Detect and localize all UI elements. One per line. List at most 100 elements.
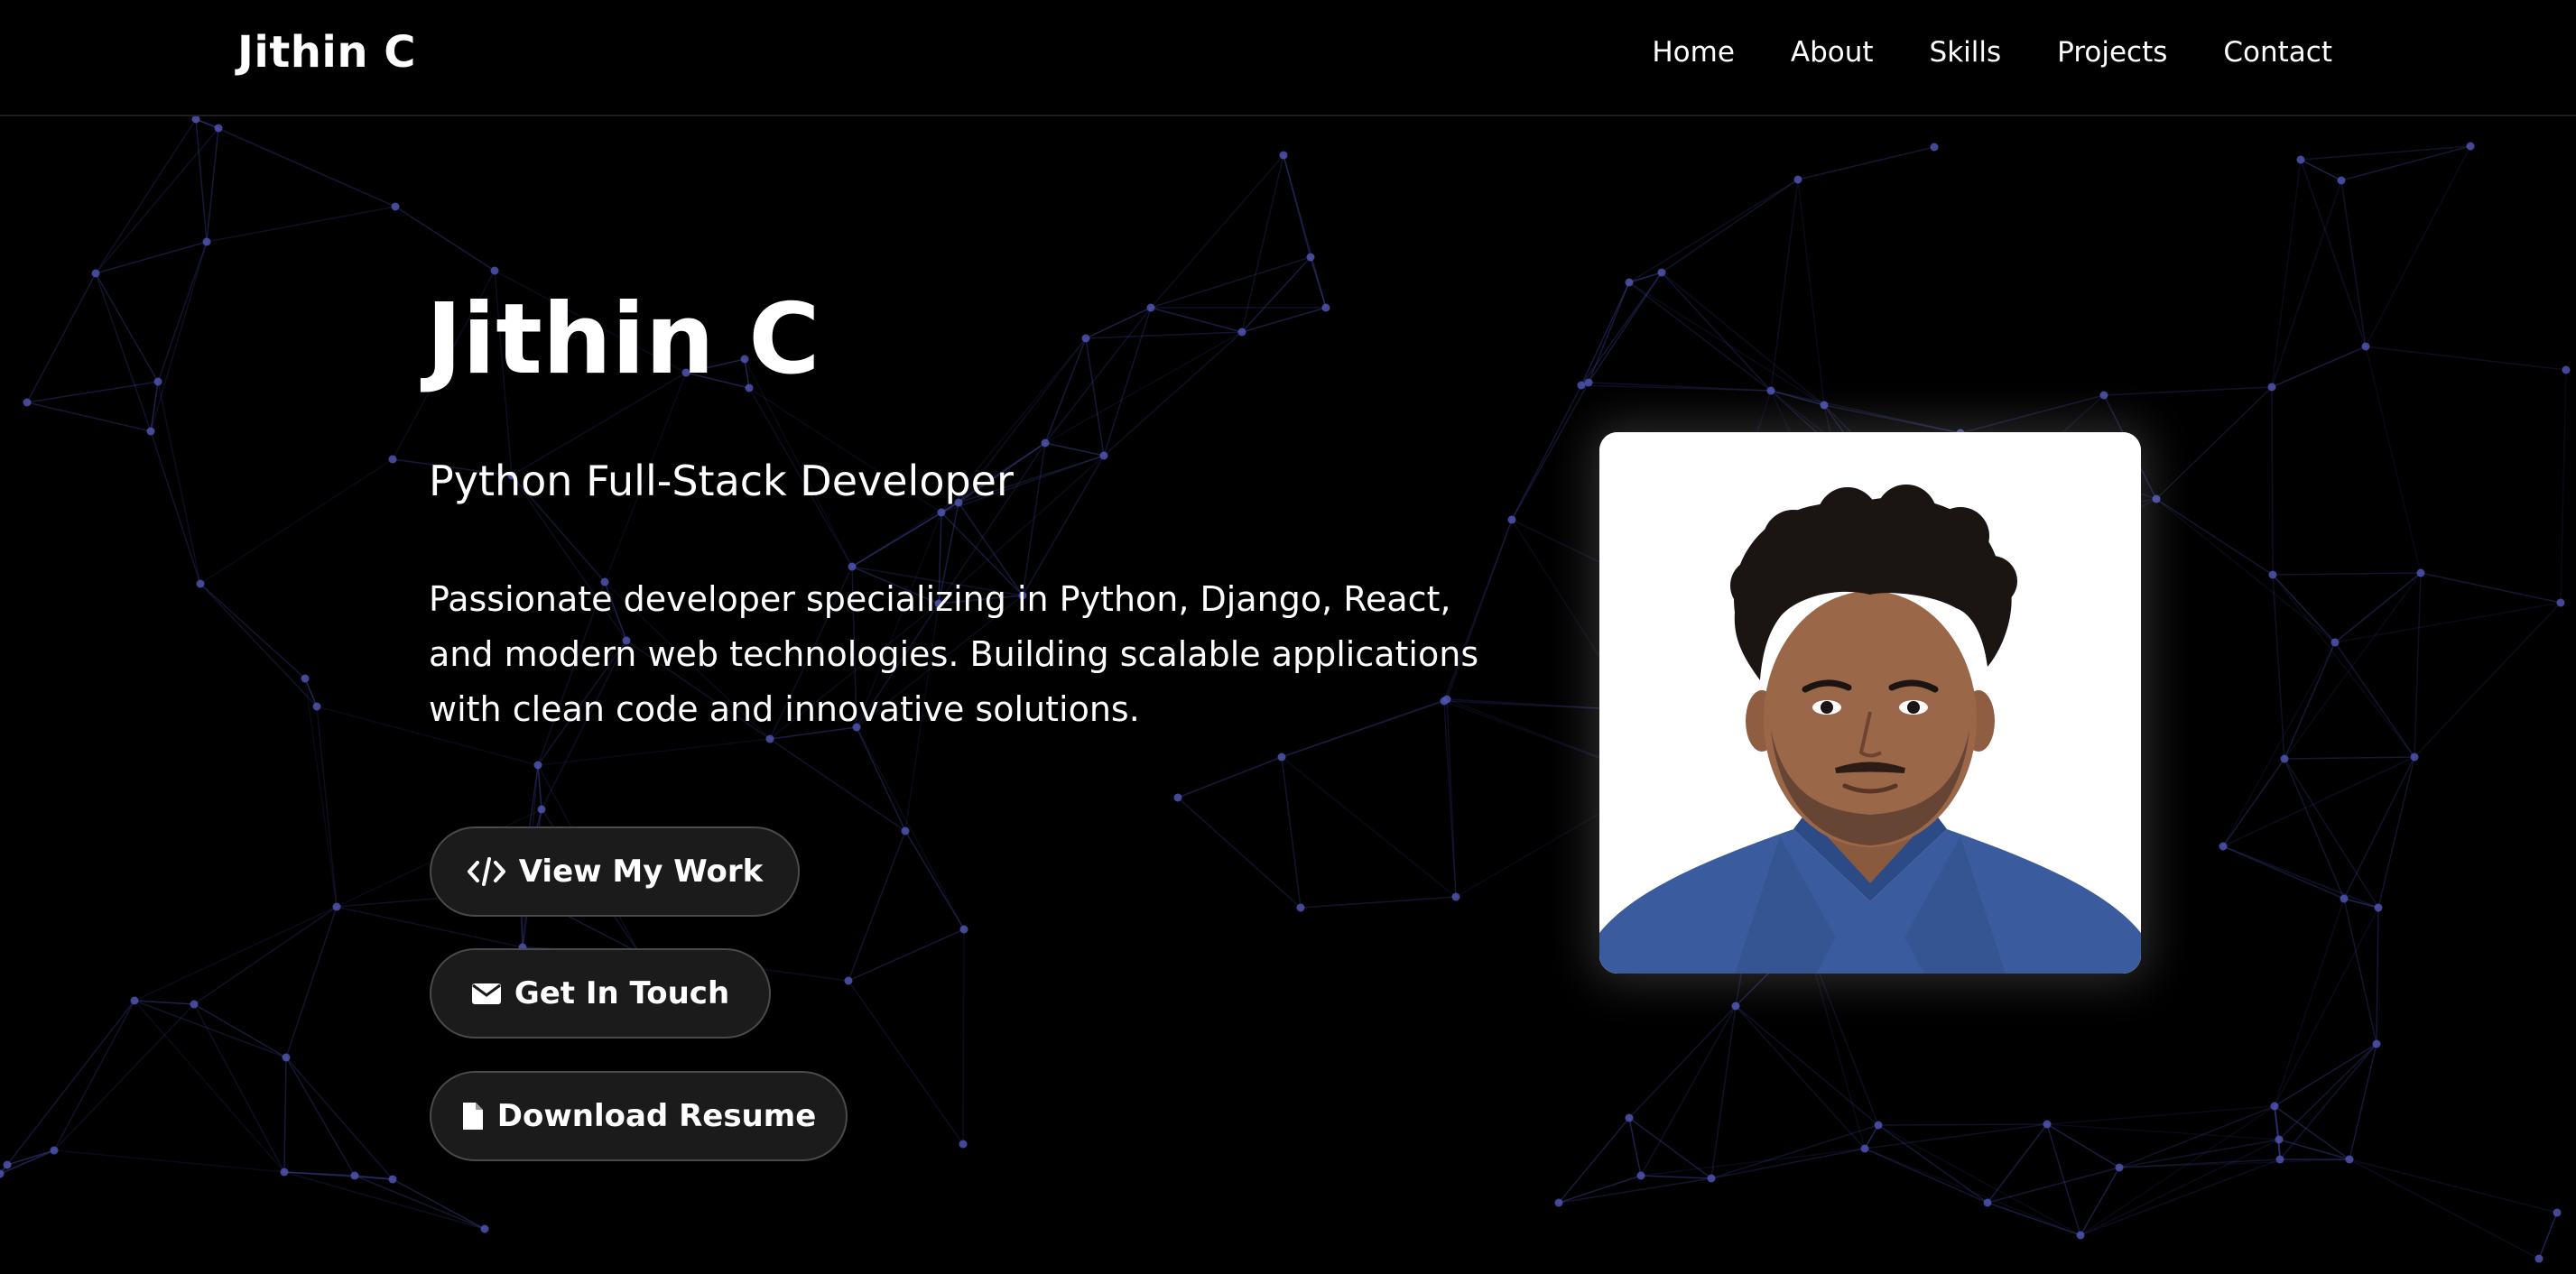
network-link <box>134 906 338 1002</box>
network-link <box>2279 1043 2377 1160</box>
network-link <box>134 1000 285 1173</box>
network-node <box>533 761 542 770</box>
network-link <box>394 206 496 272</box>
nav-link-home[interactable]: Home <box>1652 32 1735 72</box>
network-link <box>1044 442 1105 457</box>
network-link <box>1987 1167 2120 1204</box>
network-link <box>1640 1175 1712 1179</box>
network-link <box>1640 1148 1866 1177</box>
network-link <box>2271 346 2367 388</box>
network-link <box>1281 756 1302 909</box>
network-link <box>2334 642 2415 758</box>
network-node <box>2345 1155 2354 1164</box>
code-icon <box>467 856 506 887</box>
network-node <box>1930 143 1939 152</box>
network-node <box>1874 1121 1883 1130</box>
network-link <box>95 118 197 274</box>
network-link <box>2271 386 2274 576</box>
network-node <box>959 1140 968 1149</box>
nav-link-skills[interactable]: Skills <box>1930 32 2002 72</box>
network-node <box>2330 638 2340 647</box>
network-link <box>1511 382 1589 521</box>
network-link <box>195 118 208 243</box>
network-link <box>1710 1148 1866 1179</box>
nav-link-projects[interactable]: Projects <box>2057 32 2167 72</box>
network-link <box>1177 756 1283 799</box>
network-node <box>2270 1102 2279 1111</box>
network-link <box>2080 1139 2280 1236</box>
network-node <box>1296 903 1305 912</box>
network-node <box>1766 386 1775 395</box>
network-link <box>2414 602 2562 758</box>
network-link <box>1588 272 1663 383</box>
network-link <box>1797 179 1825 406</box>
network-link <box>26 402 152 432</box>
nav-link-about[interactable]: About <box>1791 32 1874 72</box>
file-icon <box>461 1101 485 1131</box>
download-resume-button[interactable]: Download Resume <box>430 1071 848 1161</box>
network-node <box>388 1175 397 1184</box>
network-node <box>2337 176 2346 185</box>
network-node <box>332 902 341 911</box>
network-node <box>3 1160 12 1169</box>
network-node <box>2280 754 2289 763</box>
network-link <box>285 906 338 1058</box>
network-node <box>91 269 100 278</box>
network-link <box>2222 845 2345 900</box>
network-node <box>2556 598 2565 607</box>
network-node <box>312 702 321 711</box>
network-node <box>1279 151 1288 160</box>
network-link <box>193 1003 285 1173</box>
network-link <box>1177 797 1302 909</box>
profile-portrait-illustration <box>1599 432 2141 974</box>
network-link <box>2155 386 2273 500</box>
network-node <box>937 508 946 517</box>
get-in-touch-button[interactable]: Get In Touch <box>430 948 771 1039</box>
network-link <box>2284 758 2345 900</box>
network-link <box>2080 1167 2120 1236</box>
network-node <box>301 674 310 683</box>
network-link <box>1770 179 1799 392</box>
network-link <box>1864 1148 2081 1236</box>
network-link <box>1588 282 1630 383</box>
network-node <box>196 579 205 588</box>
network-link <box>2349 1159 2540 1260</box>
network-link <box>1281 756 1457 898</box>
network-link <box>2271 180 2342 388</box>
network-link <box>2560 369 2567 604</box>
network-node <box>50 1146 59 1155</box>
network-link <box>1797 146 1935 180</box>
network-link <box>1628 179 1799 283</box>
network-link <box>53 1149 285 1173</box>
network-link <box>2222 758 2285 847</box>
view-my-work-button[interactable]: View My Work <box>430 826 800 917</box>
network-link <box>2272 574 2336 643</box>
network-node <box>2416 568 2425 577</box>
envelope-icon <box>471 981 502 1006</box>
nav-link-contact[interactable]: Contact <box>2223 32 2332 72</box>
network-node <box>2275 1155 2284 1164</box>
navbar: Jithin C Home About Skills Projects Cont… <box>0 0 2576 116</box>
network-node <box>1554 1198 1563 1207</box>
network-node <box>1507 515 1516 524</box>
network-link <box>1283 154 1311 258</box>
network-link <box>537 738 771 766</box>
network-link <box>856 726 965 930</box>
network-link <box>2274 898 2345 1107</box>
network-link <box>1558 1177 1712 1204</box>
network-link <box>2334 602 2562 643</box>
brand-logo[interactable]: Jithin C <box>237 25 416 79</box>
network-node <box>1306 253 1315 262</box>
network-link <box>1735 1005 1879 1126</box>
network-link <box>53 1000 135 1151</box>
network-link <box>848 980 964 1145</box>
network-link <box>1085 337 1105 457</box>
network-link <box>2278 1043 2377 1140</box>
network-node <box>537 805 546 814</box>
network-link <box>150 430 201 585</box>
network-link <box>95 127 219 274</box>
network-link <box>2274 907 2379 1107</box>
network-node <box>388 455 397 464</box>
network-link <box>1150 154 1284 309</box>
network-node <box>1321 303 1330 312</box>
